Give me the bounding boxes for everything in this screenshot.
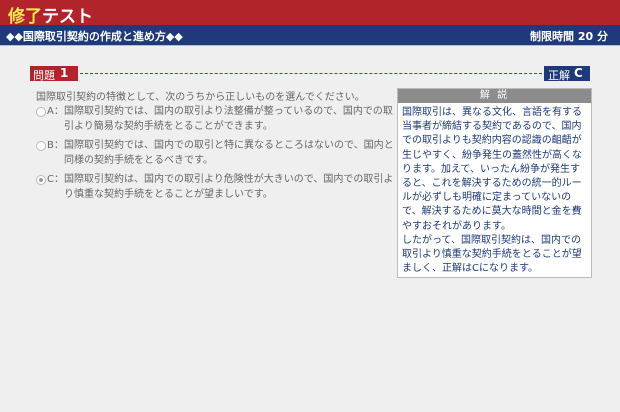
option-text: 国際取引契約は、国内での取引より危険性が大きいので、国内での取引より慎重な契約手… [64,174,394,200]
option-key: A： [47,106,64,117]
option-key: C： [47,174,64,185]
title-rest: テスト [42,7,93,27]
explanation-panel: 解 説 国際取引は、異なる文化、言語を有する当事者が締結する契約であるので、国内… [397,88,592,278]
title-highlight: 修了 [8,7,42,27]
question-number: 1 [60,66,69,80]
answer-label: 正解 [548,69,570,82]
title-bar: 修了テスト [0,0,620,27]
radio-option-c[interactable] [36,175,46,185]
time-limit: 制限時間 20 分 [530,30,608,43]
answer-badge: 正解 C [544,66,590,82]
radio-option-b[interactable] [36,141,46,151]
question-header: 問題 1 [30,66,590,82]
radio-option-a[interactable] [36,107,46,117]
app-title: 修了テスト [8,2,93,27]
option-text: 国際取引契約では、国内の取引より法整備が整っているので、国内での取引より簡易な契… [64,106,393,132]
course-bar: ◆◆国際取引契約の作成と進め方◆◆ 制限時間 20 分 [0,25,620,46]
question-badge: 問題 1 [30,66,78,82]
option-key: B： [47,140,64,151]
explanation-heading: 解 説 [398,89,591,103]
explanation-text: 国際取引は、異なる文化、言語を有する当事者が締結する契約であるので、国内での取引… [402,107,582,275]
question-label: 問題 [33,69,55,82]
option-text: 国際取引契約では、国内での取引と特に異なるところはないので、国内と同様の契約手続… [64,140,394,166]
answer-value: C [574,66,583,80]
divider-dashed [80,73,572,74]
question-prompt: 国際取引契約の特徴として、次のうちから正しいものを選んでください。 [36,92,365,103]
course-title: ◆◆国際取引契約の作成と進め方◆◆ [6,30,183,43]
